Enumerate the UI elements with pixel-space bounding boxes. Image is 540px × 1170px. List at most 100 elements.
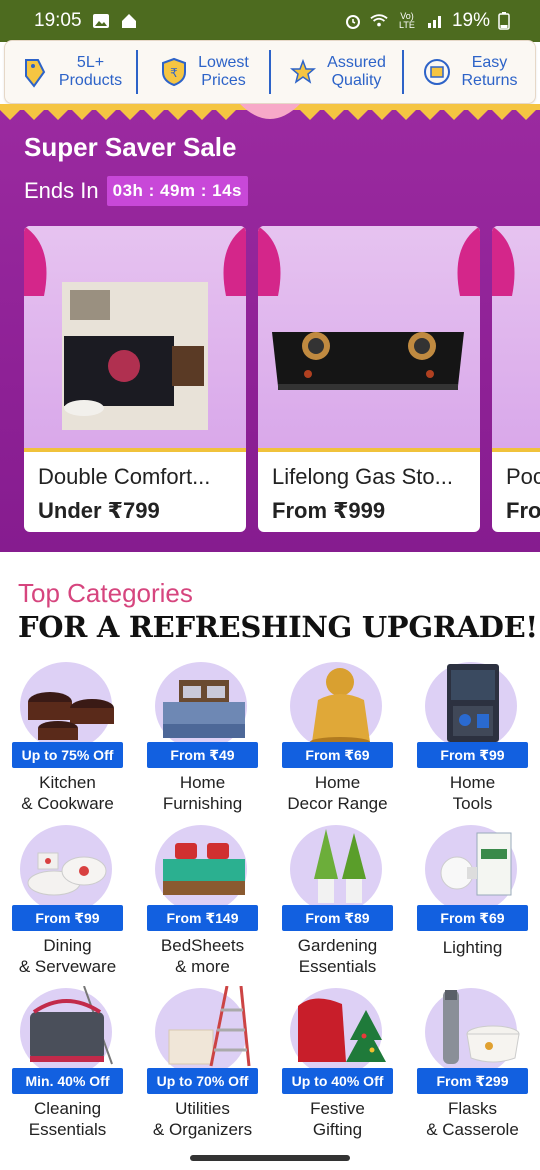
category-label-line2: Furnishing xyxy=(162,794,243,813)
cookware-pots-image xyxy=(28,692,114,740)
category-tile-utilities[interactable]: Up to 70% Off Utilities & Organizers xyxy=(135,986,270,1146)
category-tile-lighting[interactable]: From ₹69 Lighting xyxy=(405,823,540,983)
trust-item-returns[interactable]: Easy Returns xyxy=(402,50,535,94)
category-offer-badge: From ₹149 xyxy=(147,905,258,931)
battery-percent: 19% xyxy=(451,10,490,31)
trust-strip: 5L+ Products ₹ Lowest Prices Assured Qualit… xyxy=(4,40,536,104)
category-offer-badge: Up to 75% Off xyxy=(12,742,123,768)
gallery-icon xyxy=(92,14,109,28)
bedsheet-image xyxy=(163,843,245,895)
tool-kit-image xyxy=(447,664,499,742)
product-price: Fro xyxy=(506,498,540,523)
return-box-icon xyxy=(421,56,453,88)
trust-quality-line2: Quality xyxy=(331,72,382,89)
category-label-line2: & Serveware xyxy=(18,957,117,976)
category-tile-kitchen[interactable]: Up to 75% Off Kitchen & Cookware xyxy=(0,660,135,820)
category-label-line2: Tools xyxy=(452,794,493,813)
countdown-timer: 03h : 49m : 14s xyxy=(106,176,249,206)
product-name: Double Comfort... xyxy=(38,464,211,489)
super-saver-sale-banner[interactable]: Super Saver Sale Ends In 03h : 49m : 14s… xyxy=(0,104,540,552)
category-offer-badge: Up to 40% Off xyxy=(282,1068,393,1094)
product-card-comforter[interactable]: Double Comfort... Under ₹799 xyxy=(24,226,246,532)
category-offer-badge: From ₹69 xyxy=(282,742,393,768)
category-offer-badge: Min. 40% Off xyxy=(12,1068,123,1094)
category-tile-cleaning[interactable]: Min. 40% Off Cleaning Essentials xyxy=(0,986,135,1146)
category-label-line2: Decor Range xyxy=(287,794,388,813)
alarm-icon xyxy=(345,15,360,29)
category-label: Home xyxy=(314,773,361,792)
trust-prices-line1: Lowest xyxy=(198,54,249,71)
category-tile-bedsheets[interactable]: From ₹149 BedSheets & more xyxy=(135,823,270,983)
category-label: Flasks xyxy=(447,1099,498,1118)
category-label: Kitchen xyxy=(39,773,96,792)
category-tile-home-decor[interactable]: From ₹69 Home Decor Range xyxy=(270,660,405,820)
flask-casserole-image xyxy=(443,990,520,1064)
ends-in-label: Ends In xyxy=(24,178,99,203)
signal-icon xyxy=(427,16,441,28)
category-label: Cleaning xyxy=(33,1099,102,1118)
category-label-line2: & Casserole xyxy=(426,1120,519,1139)
product-card-partial[interactable]: Poc Fro xyxy=(492,226,540,532)
category-tile-home-tools[interactable]: From ₹99 Home Tools xyxy=(405,660,540,820)
category-label: Home xyxy=(449,773,496,792)
category-offer-badge: From ₹89 xyxy=(282,905,393,931)
category-label-line2: & Cookware xyxy=(21,794,114,813)
trust-item-products[interactable]: 5L+ Products xyxy=(5,50,136,94)
led-bulb-image xyxy=(440,832,512,896)
home-indicator[interactable] xyxy=(190,1155,350,1161)
status-time: 19:05 xyxy=(34,10,82,31)
trust-item-quality[interactable]: Assured Quality xyxy=(269,50,402,94)
category-label-line2: & more xyxy=(175,957,230,976)
gas-stove-image xyxy=(258,226,480,452)
category-label-line2: & Organizers xyxy=(152,1120,253,1139)
category-tile-gardening[interactable]: From ₹89 Gardening Essentials xyxy=(270,823,405,983)
category-label: Home xyxy=(179,773,226,792)
sale-title: Super Saver Sale xyxy=(24,132,237,162)
comforter-bed-image xyxy=(24,226,246,452)
christmas-gift-image xyxy=(298,998,386,1062)
product-name: Poc xyxy=(506,464,540,489)
bed-furnishing-image xyxy=(163,680,245,738)
star-icon xyxy=(287,56,319,88)
buddha-statue-image xyxy=(310,668,370,747)
mop-bucket-image xyxy=(30,986,113,1065)
rupee-shield-icon: ₹ xyxy=(158,56,190,88)
trust-returns-line2: Returns xyxy=(461,72,518,89)
trust-quality-line1: Assured xyxy=(327,54,386,71)
product-price: Under ₹799 xyxy=(38,498,160,523)
trust-item-prices[interactable]: ₹ Lowest Prices xyxy=(136,50,269,94)
sale-product-carousel[interactable]: Double Comfort... Under ₹799 Lifelong Ga… xyxy=(24,226,540,532)
battery-icon xyxy=(498,12,510,30)
category-tile-home-furnishing[interactable]: From ₹49 Home Furnishing xyxy=(135,660,270,820)
partial-product-image xyxy=(492,226,540,452)
product-price: From ₹999 xyxy=(272,498,386,523)
category-tile-festive-gifting[interactable]: Up to 40% Off Festive Gifting xyxy=(270,986,405,1146)
sale-countdown: Ends In 03h : 49m : 14s xyxy=(24,176,249,206)
trust-returns-line1: Easy xyxy=(471,54,508,71)
network-label: Vo) LTE xyxy=(399,11,415,30)
dinner-set-image xyxy=(27,852,107,896)
categories-heading: FOR A REFRESHING UPGRADE! xyxy=(18,610,538,644)
category-label: Gardening xyxy=(297,936,378,955)
ladder-organizer-image xyxy=(168,986,251,1067)
category-label-line2: Essentials xyxy=(298,957,377,976)
categories-subtitle: Top Categories xyxy=(18,578,193,608)
trust-products-line2: Products xyxy=(58,72,123,89)
category-label: Dining xyxy=(43,936,92,955)
category-tile-flasks[interactable]: From ₹299 Flasks & Casserole xyxy=(405,986,540,1146)
category-offer-badge: From ₹99 xyxy=(12,905,123,931)
bunting-decoration xyxy=(0,104,540,120)
category-label: Lighting xyxy=(442,938,503,957)
category-label: BedSheets xyxy=(160,936,245,955)
top-categories-section: Top Categories FOR A REFRESHING UPGRADE!… xyxy=(0,552,540,1152)
home-notification-icon xyxy=(121,14,136,28)
category-tile-dining[interactable]: From ₹99 Dining & Serveware xyxy=(0,823,135,983)
svg-text:₹: ₹ xyxy=(170,66,178,80)
category-label-line2: Gifting xyxy=(312,1120,363,1139)
category-offer-badge: From ₹69 xyxy=(417,905,528,931)
category-offer-badge: From ₹99 xyxy=(417,742,528,768)
product-card-gas-stove[interactable]: Lifelong Gas Sto... From ₹999 xyxy=(258,226,480,532)
trust-prices-line2: Prices xyxy=(201,72,246,89)
category-label-line2: Essentials xyxy=(28,1120,107,1139)
price-tag-icon xyxy=(19,56,51,88)
